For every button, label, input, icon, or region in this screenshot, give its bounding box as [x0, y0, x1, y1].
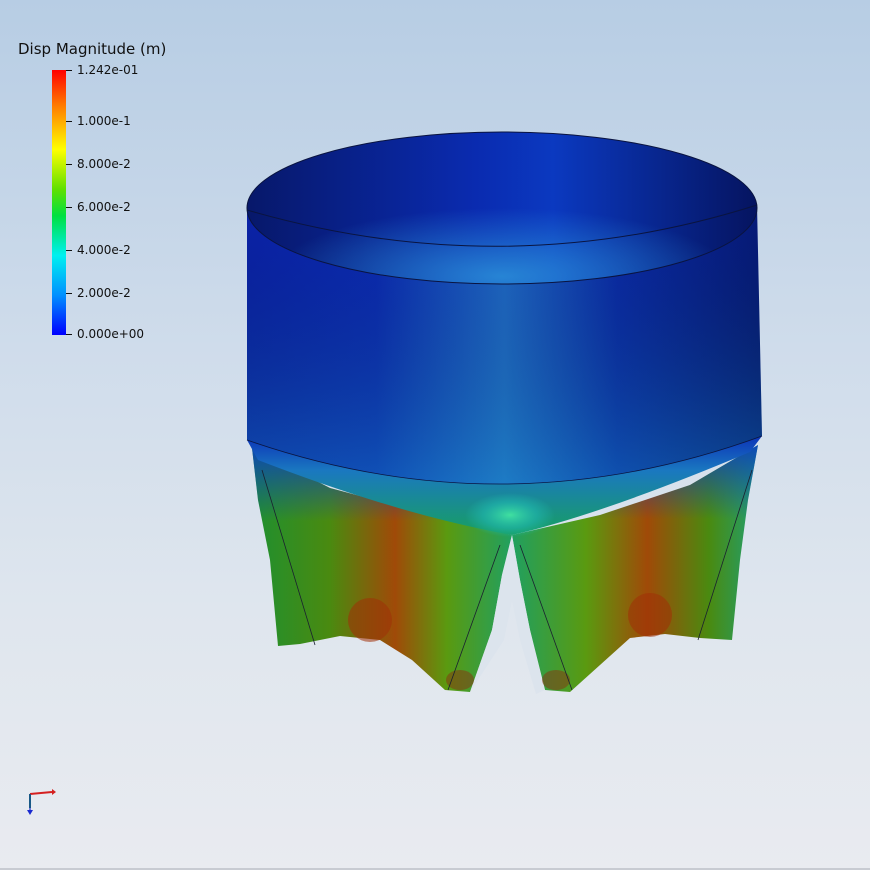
orientation-triad-icon: [27, 789, 56, 815]
3d-viewport[interactable]: Disp Magnitude (m) 1.242e-01 1.000e-1 8.…: [0, 0, 870, 870]
deformed-tank-model[interactable]: [0, 0, 870, 870]
